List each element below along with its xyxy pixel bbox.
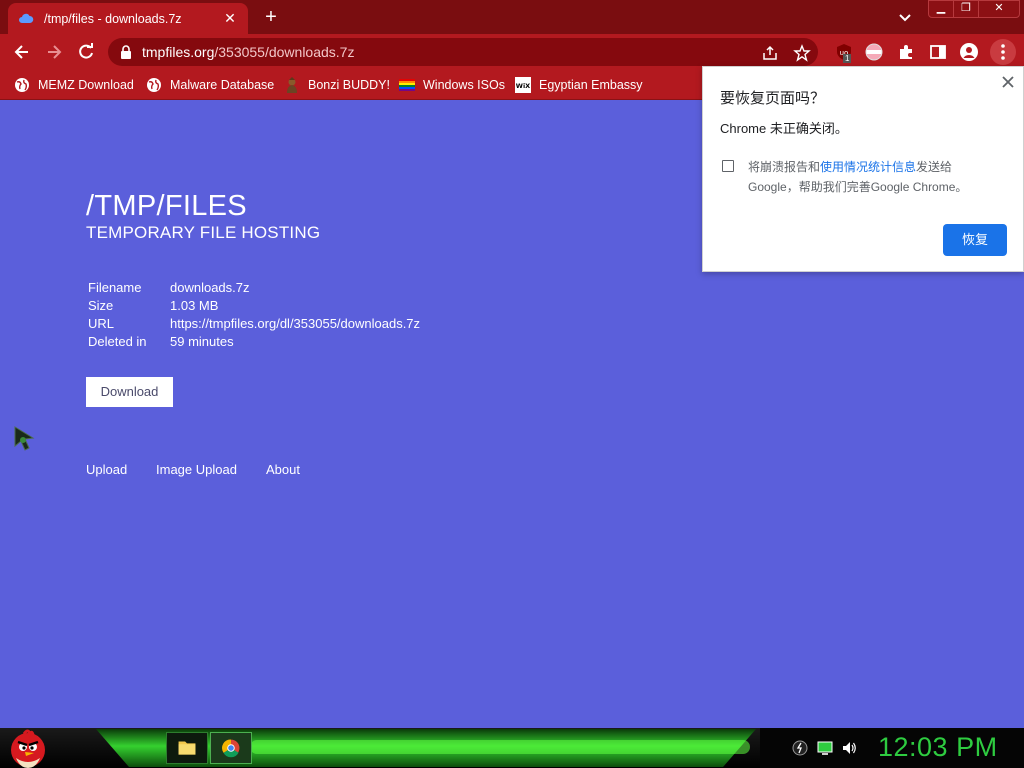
bookmark-label: Windows ISOs: [423, 78, 505, 92]
folder-icon: [178, 741, 196, 755]
url-host: tmpfiles.org: [142, 44, 215, 60]
window-close-button[interactable]: ✕: [978, 0, 1020, 18]
forward-arrow-icon[interactable]: [44, 42, 64, 62]
site-title: /TMP/FILES: [86, 190, 247, 222]
footer-link-image-upload[interactable]: Image Upload: [156, 462, 237, 477]
download-button[interactable]: Download: [86, 377, 173, 407]
info-value: downloads.7z: [170, 279, 250, 295]
tab-search-chevron-icon[interactable]: [896, 8, 914, 26]
report-checkbox[interactable]: [722, 160, 734, 172]
back-arrow-icon[interactable]: [12, 42, 32, 62]
bookmark-label: MEMZ Download: [38, 78, 134, 92]
bookmark-star-icon[interactable]: [793, 44, 811, 62]
taskbar-chrome[interactable]: [210, 732, 252, 764]
info-key: URL: [88, 315, 115, 331]
taskbar-file-explorer[interactable]: [166, 732, 208, 764]
minimize-button[interactable]: ▁: [928, 0, 954, 18]
table-row: Size 1.03 MB: [88, 296, 420, 314]
tab-strip: /tmp/files - downloads.7z ✕ + ▁ ❐ ✕: [0, 0, 1024, 34]
bookmark-bonzi-buddy[interactable]: Bonzi BUDDY!: [284, 76, 390, 94]
profile-avatar-icon[interactable]: [960, 43, 978, 61]
bonzi-icon: [287, 77, 297, 93]
file-info-table: Filename downloads.7z Size 1.03 MB URL h…: [88, 278, 420, 350]
info-key: Deleted in: [88, 333, 147, 349]
report-text-line2: Google，帮助我们完善Google Chrome。: [748, 180, 968, 194]
maximize-button[interactable]: ❐: [953, 0, 979, 18]
flag-extension-icon[interactable]: [865, 43, 883, 61]
new-tab-button[interactable]: +: [260, 6, 282, 28]
cloud-icon: [19, 13, 34, 23]
browser-tab[interactable]: /tmp/files - downloads.7z ✕: [8, 3, 248, 34]
side-panel-icon[interactable]: [929, 43, 947, 61]
restore-pages-dialog: 要恢复页面吗？ Chrome 未正确关闭。 将崩溃报告和使用情况统计信息发送给 …: [702, 66, 1024, 272]
footer-link-upload[interactable]: Upload: [86, 462, 127, 477]
info-key: Size: [88, 297, 114, 313]
report-text-prefix: 将崩溃报告和: [748, 160, 821, 174]
dialog-close-icon[interactable]: [1001, 75, 1015, 89]
mouse-cursor-icon: [14, 426, 35, 451]
bookmark-egyptian-embassy[interactable]: WiX Egyptian Embassy: [515, 76, 643, 94]
reload-icon[interactable]: [76, 42, 96, 62]
table-row: Filename downloads.7z: [88, 278, 420, 296]
info-value-url[interactable]: https://tmpfiles.org/dl/353055/downloads…: [170, 314, 420, 332]
info-value: 59 minutes: [170, 333, 234, 349]
table-row: URL https://tmpfiles.org/dl/353055/downl…: [88, 314, 420, 332]
info-value: 1.03 MB: [170, 297, 219, 313]
browser-toolbar: tmpfiles.org/353055/downloads.7z uo 1: [0, 34, 1024, 70]
address-bar[interactable]: tmpfiles.org/353055/downloads.7z: [108, 38, 818, 66]
dialog-title: 要恢复页面吗？: [720, 90, 826, 107]
taskbar-clock[interactable]: 12:03 PM: [878, 732, 998, 763]
taskbar: 12:03 PM: [0, 728, 1024, 768]
rainbow-flag-icon: [399, 79, 415, 91]
dialog-message: Chrome 未正确关闭。: [720, 121, 848, 136]
globe-icon: [15, 78, 29, 92]
tab-close-icon[interactable]: ✕: [222, 10, 238, 27]
ublock-extension-icon[interactable]: uo 1: [835, 43, 853, 63]
report-consent-text: 将崩溃报告和使用情况统计信息发送给 Google，帮助我们完善Google Ch…: [748, 157, 1013, 197]
bookmark-malware-database[interactable]: Malware Database: [146, 76, 274, 94]
table-row: Deleted in 59 minutes: [88, 332, 420, 350]
globe-icon: [147, 78, 161, 92]
bookmark-label: Malware Database: [170, 78, 275, 92]
bookmark-label: Egyptian Embassy: [539, 78, 643, 92]
network-icon[interactable]: [792, 740, 808, 756]
info-key: Filename: [88, 279, 142, 295]
svg-text:WiX: WiX: [516, 82, 530, 90]
footer-link-about[interactable]: About: [266, 462, 300, 477]
bookmark-windows-isos[interactable]: Windows ISOs: [399, 76, 505, 94]
kebab-menu-icon: [1001, 44, 1005, 60]
chrome-icon: [222, 739, 240, 758]
extensions-puzzle-icon[interactable]: [897, 43, 915, 61]
volume-icon[interactable]: [841, 740, 857, 756]
extension-badge: 1: [843, 54, 852, 63]
url-path: /353055/downloads.7z: [214, 44, 355, 60]
restore-button[interactable]: 恢复: [943, 224, 1007, 256]
site-subtitle: TEMPORARY FILE HOSTING: [86, 223, 321, 242]
monitor-icon[interactable]: [817, 740, 833, 756]
lock-icon[interactable]: [120, 45, 132, 59]
share-icon[interactable]: [761, 44, 779, 62]
wix-icon: WiX: [515, 77, 531, 93]
bookmark-memz[interactable]: MEMZ Download: [14, 76, 134, 94]
report-text-suffix: 发送给: [916, 160, 953, 174]
taskbar-highlight: [250, 740, 750, 754]
menu-button[interactable]: [990, 39, 1016, 65]
tab-title: /tmp/files - downloads.7z: [44, 11, 182, 26]
angry-bird-start-button-icon[interactable]: [6, 728, 50, 768]
usage-stats-link[interactable]: 使用情况统计信息: [820, 160, 916, 174]
bookmark-label: Bonzi BUDDY!: [308, 78, 390, 92]
